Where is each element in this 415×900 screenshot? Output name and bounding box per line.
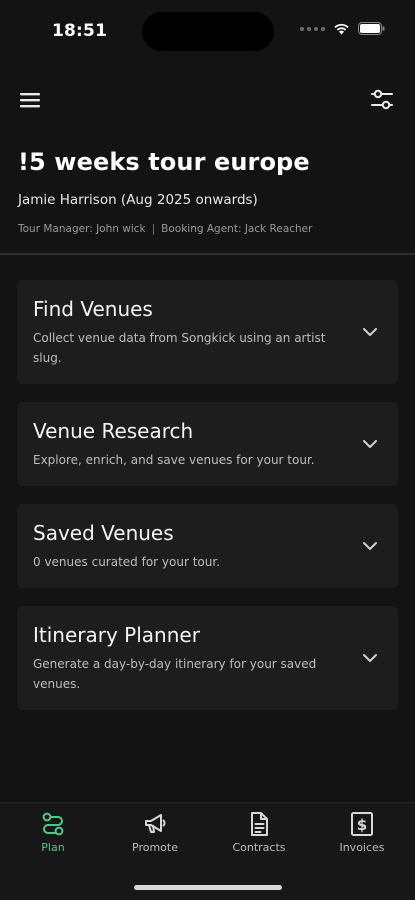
battery-icon	[358, 22, 385, 35]
nav-item-promote[interactable]: Promote	[115, 811, 195, 854]
workflow-cards: Find Venues Collect venue data from Song…	[17, 280, 398, 728]
tour-manager-label: Tour Manager: John wick	[18, 223, 146, 235]
chevron-down-icon[interactable]	[362, 437, 378, 451]
route-icon	[42, 812, 64, 836]
dynamic-island	[142, 12, 274, 51]
status-bar: 18:51	[0, 0, 415, 64]
status-icons	[300, 22, 385, 35]
document-icon	[251, 812, 268, 836]
nav-item-contracts[interactable]: Contracts	[219, 811, 299, 854]
booking-agent-label: Booking Agent: Jack Reacher	[161, 223, 313, 235]
status-time: 18:51	[52, 21, 108, 41]
card-title: Saved Venues	[33, 521, 174, 545]
card-title: Venue Research	[33, 419, 194, 443]
nav-label-plan: Plan	[41, 841, 65, 854]
card-description: Explore, enrich, and save venues for you…	[33, 453, 315, 467]
nav-label-promote: Promote	[132, 841, 178, 854]
svg-text:$: $	[357, 816, 367, 834]
home-indicator	[134, 885, 282, 890]
app-header	[0, 84, 415, 118]
card-venue-research[interactable]: Venue Research Explore, enrich, and save…	[17, 402, 398, 486]
invoice-dollar-icon: $	[351, 812, 373, 836]
megaphone-icon	[145, 814, 166, 833]
menu-icon[interactable]	[20, 92, 40, 108]
nav-label-invoices: Invoices	[339, 841, 385, 854]
chevron-down-icon[interactable]	[362, 539, 378, 553]
card-find-venues[interactable]: Find Venues Collect venue data from Song…	[17, 280, 398, 384]
tour-meta: Tour Manager: John wick | Booking Agent: J…	[18, 223, 312, 235]
tour-title: !5 weeks tour europe	[18, 148, 310, 176]
filter-settings-icon[interactable]	[371, 88, 393, 112]
app-screen: 18:51 !5 weeks tour europe Jamie Harriso…	[0, 0, 415, 900]
card-title: Find Venues	[33, 297, 153, 321]
meta-separator: |	[151, 223, 156, 235]
cellular-signal-icon	[300, 26, 325, 31]
wifi-icon	[334, 23, 349, 35]
header-divider	[0, 253, 415, 255]
nav-item-plan[interactable]: Plan	[13, 811, 93, 854]
card-description: Collect venue data from Songkick using a…	[33, 331, 326, 365]
chevron-down-icon[interactable]	[362, 325, 378, 339]
card-description: 0 venues curated for your tour.	[33, 555, 221, 569]
card-title: Itinerary Planner	[33, 623, 200, 647]
card-description: Generate a day-by-day itinerary for your…	[33, 657, 317, 691]
nav-label-contracts: Contracts	[232, 841, 286, 854]
tour-subtitle: Jamie Harrison (Aug 2025 onwards)	[18, 192, 258, 208]
chevron-down-icon[interactable]	[362, 651, 378, 665]
nav-item-invoices[interactable]: $ Invoices	[322, 811, 402, 854]
card-saved-venues[interactable]: Saved Venues 0 venues curated for your t…	[17, 504, 398, 588]
card-itinerary-planner[interactable]: Itinerary Planner Generate a day-by-day …	[17, 606, 398, 710]
